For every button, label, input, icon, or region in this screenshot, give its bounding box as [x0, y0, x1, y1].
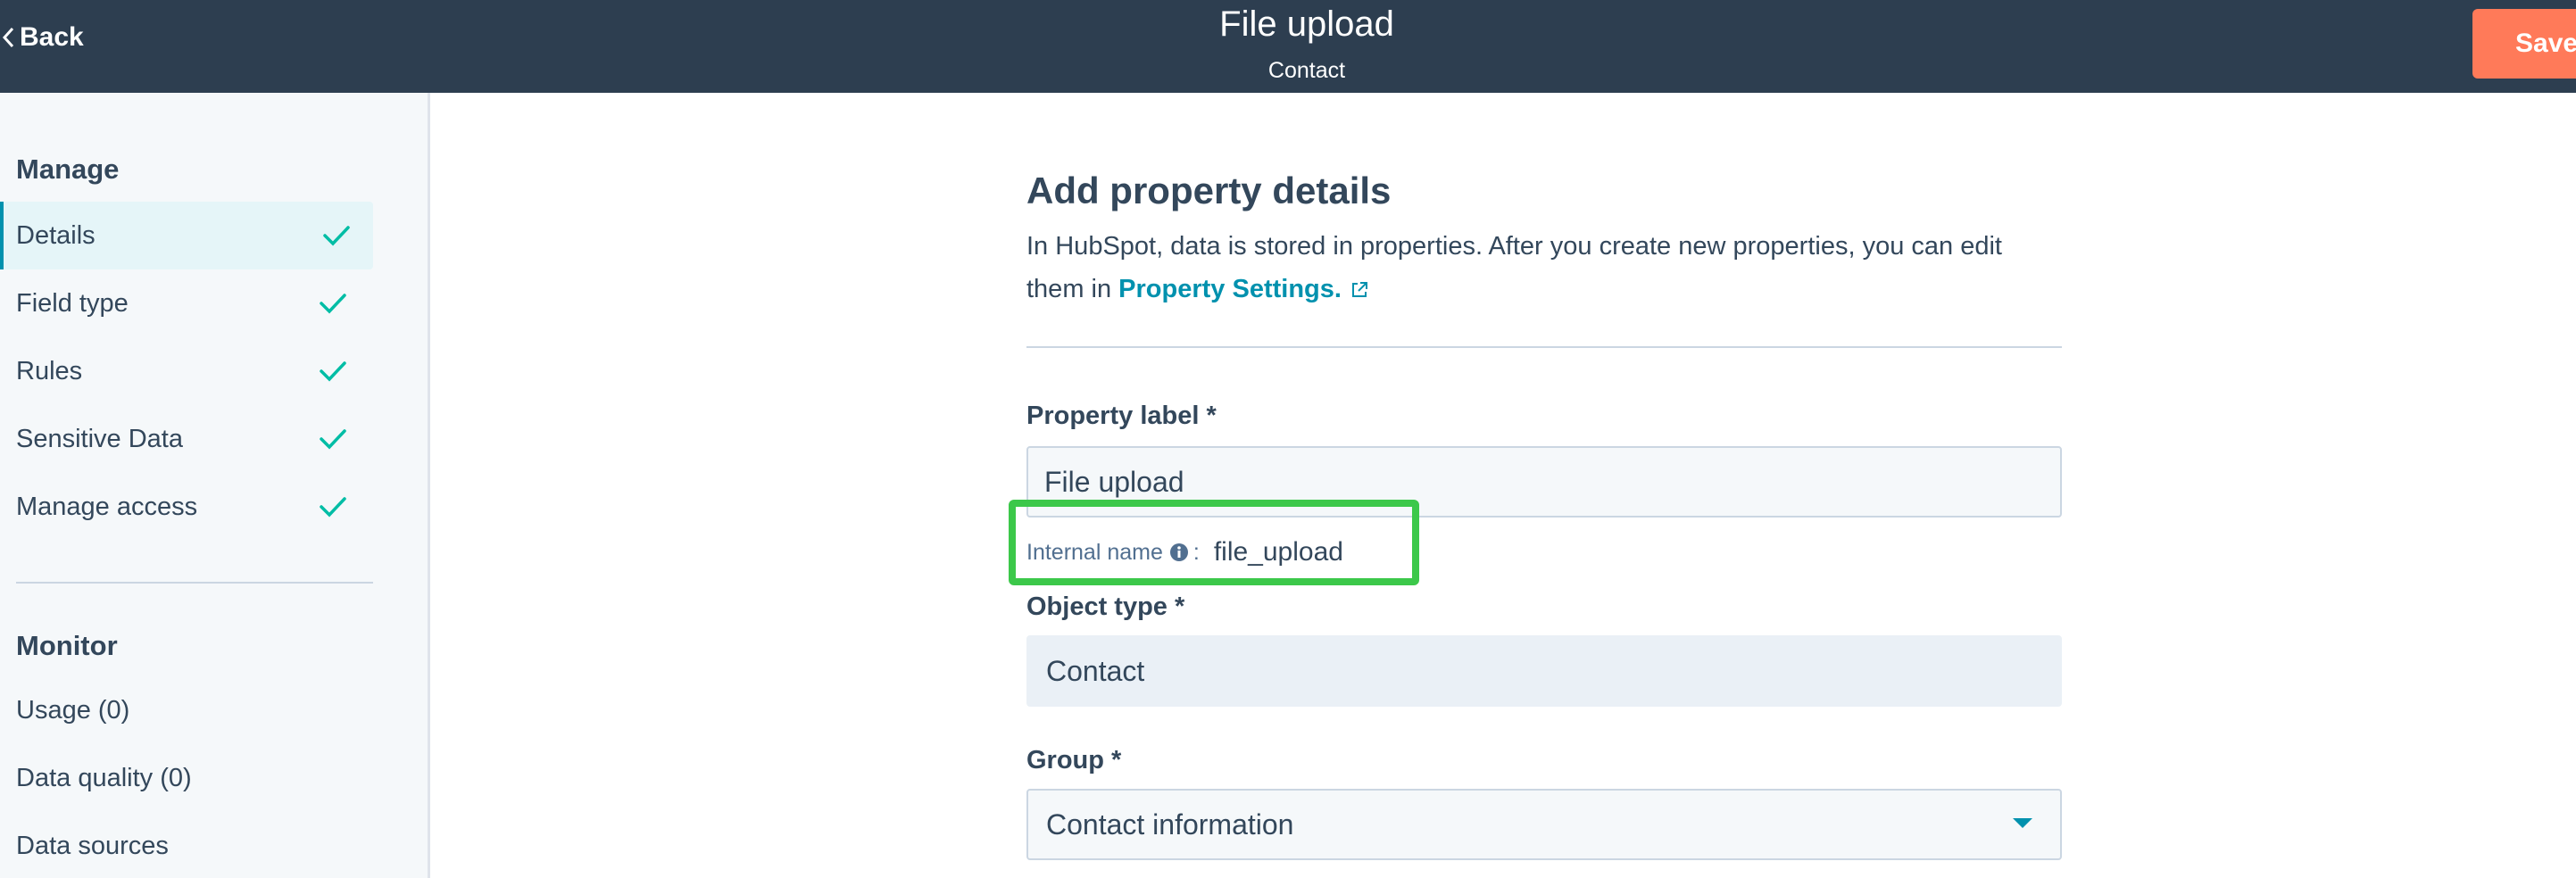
group-select[interactable]: Contact information	[1026, 789, 2062, 860]
external-link-icon[interactable]	[1349, 279, 1370, 301]
section-divider	[1026, 346, 2062, 348]
sidebar-item-rules[interactable]: Rules	[0, 337, 373, 405]
check-icon	[320, 429, 346, 450]
group-select-value: Contact information	[1046, 808, 1294, 841]
section-description: In HubSpot, data is stored in properties…	[1026, 225, 2062, 311]
section-heading: Add property details	[1026, 170, 1392, 211]
title-block: File upload Contact	[1128, 0, 1485, 82]
page-title: File upload	[1219, 4, 1394, 44]
check-icon	[320, 361, 346, 382]
sidebar-item-usage[interactable]: Usage (0)	[16, 696, 129, 725]
check-icon	[323, 226, 350, 246]
highlight-box	[1009, 500, 1419, 585]
manage-section-title: Manage	[16, 153, 120, 185]
sidebar-item-sensitive-data[interactable]: Sensitive Data	[0, 405, 373, 473]
caret-down-icon[interactable]	[2010, 816, 2035, 832]
page-subtitle: Contact	[1267, 58, 1346, 83]
property-settings-link[interactable]: Property Settings.	[1118, 275, 1342, 303]
top-header: Back File upload Contact Save	[0, 0, 2576, 93]
back-button[interactable]: Back	[0, 20, 84, 55]
check-icon	[320, 294, 346, 314]
property-label-label: Property label *	[1026, 402, 1217, 430]
sidebar-item-label: Details	[16, 220, 96, 250]
sidebar-item-label: Rules	[16, 356, 83, 385]
back-label: Back	[20, 22, 84, 52]
sidebar-item-data-quality[interactable]: Data quality (0)	[16, 764, 192, 793]
object-type-field: Contact	[1026, 635, 2062, 707]
sidebar-item-field-type[interactable]: Field type	[0, 269, 373, 337]
sidebar-item-label: Sensitive Data	[16, 424, 183, 453]
save-button[interactable]: Save	[2472, 9, 2576, 79]
sidebar: Manage Details Field type Rules Sensitiv…	[0, 93, 430, 878]
sidebar-item-manage-access[interactable]: Manage access	[0, 473, 373, 541]
object-type-label: Object type *	[1026, 592, 1185, 621]
group-label: Group *	[1026, 746, 1122, 774]
sidebar-item-details[interactable]: Details	[0, 202, 373, 269]
sidebar-item-label: Manage access	[16, 492, 198, 521]
check-icon	[320, 497, 346, 518]
sidebar-divider	[16, 582, 373, 584]
sidebar-item-label: Field type	[16, 288, 129, 318]
sidebar-item-data-sources[interactable]: Data sources	[16, 832, 169, 861]
chevron-left-icon	[2, 27, 14, 48]
monitor-section-title: Monitor	[16, 630, 118, 661]
